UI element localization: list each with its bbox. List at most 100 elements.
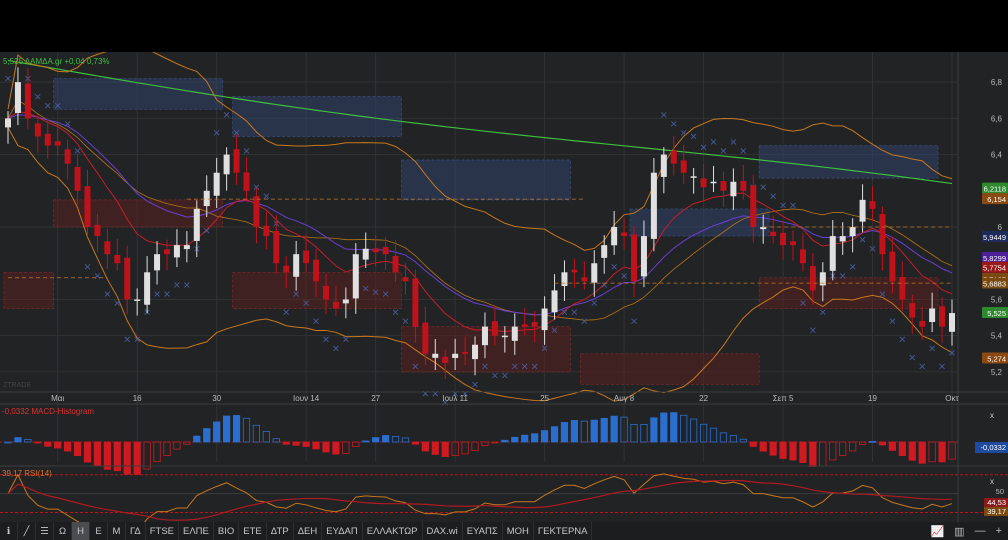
candle-body [342,299,349,304]
x-tick-label: Ιουλ 11 [442,394,468,403]
macd-bar [223,415,231,443]
candle-body [313,259,320,282]
x-tick-label: 19 [868,394,877,403]
toolbar-symbol-7[interactable]: ΒΙΟ [214,522,240,540]
candle-body [462,351,469,354]
macd-bar [550,426,559,443]
y-tick-label: 6,4 [991,151,1003,160]
price-chart[interactable]: 6,8 6,6 6,4 6 5,6 5,4 5,2 6,21186,154 5,9449 5,82… [0,39,1008,533]
fibonacci-icon[interactable]: ☰ [36,522,54,540]
watermark: ZTRADE [3,382,31,389]
toolbar-symbol-13[interactable]: DAX.wi [423,522,463,540]
toolbar-symbol-15[interactable]: ΜΟΗ [503,522,534,540]
candle-body [481,326,488,346]
candle-body [472,344,479,360]
y-tick-label: 6,6 [991,114,1003,123]
candle-body [253,196,260,228]
x-tick-label: 30 [212,394,221,403]
toolbar-symbol-14[interactable]: ΕΥΑΠΣ [463,522,503,540]
toolbar-symbol-2[interactable]: Ε [90,522,108,540]
candle-body [879,213,886,255]
macd-bar [64,441,72,452]
candle-body [839,236,846,242]
price-badge-label: 6,2118 [984,185,1006,194]
macd-bar [759,441,767,452]
sar-marker [631,318,637,325]
x-tick-label: Ιουν 14 [293,394,320,403]
macd-bar [163,441,171,456]
candle-body [660,154,667,177]
candle-body [243,172,250,191]
demand-zone [579,353,760,385]
sar-marker [611,264,617,270]
sar-marker [492,372,498,379]
toolbar-symbol-12[interactable]: ΕΛΛΑΚΤΩΡ [363,522,423,540]
macd-value-label: -0,0332 [981,443,1006,452]
macd-bar [342,441,350,454]
toolbar-symbol-3[interactable]: Μ [108,522,126,540]
sar-marker [392,309,399,315]
rsi-badge-label: 44,53 [987,498,1006,507]
sar-marker [402,318,409,325]
candle-body [929,308,936,322]
sar-marker [263,193,270,200]
candle-body [591,263,598,283]
macd-label: -0,0332 MACD-Histogram [2,407,94,416]
candle-body [293,254,300,277]
candle-body [24,83,31,119]
toolbar-symbol-10[interactable]: ΔΕΗ [294,522,323,540]
candle-body [273,230,280,264]
draw-line-icon[interactable]: ╱ [18,522,36,540]
price-badge-label: 5,9449 [983,233,1006,242]
zoom-in-icon[interactable]: + [996,525,1002,538]
candle-body [283,265,290,273]
sar-marker [839,273,846,279]
candle-body [54,141,61,146]
chart-panel[interactable]: 6,8 6,6 6,4 6 5,6 5,4 5,2 6,2118 6,154 5,9449 5,82… [0,39,1008,533]
sar-marker [760,184,767,191]
chart-type-icon[interactable]: 📈 [930,525,944,538]
sar-marker [333,345,339,352]
macd-bar [868,440,877,443]
toolbar-symbol-9[interactable]: ΔΤΡ [267,522,294,540]
macd-bar [809,441,817,467]
macd-bar [322,441,330,453]
macd-bar [749,441,757,447]
macd-bar [540,430,549,443]
y-tick-label: 5,4 [991,332,1003,341]
sar-marker [104,291,111,297]
macd-bar [73,441,82,457]
sar-marker [581,318,588,325]
candle-body [750,185,757,228]
macd-bar [719,432,728,443]
toolbar-symbol-5[interactable]: FTSE [146,522,179,540]
toolbar-symbol-11[interactable]: ΕΥΔΑΠ [322,522,363,540]
candle-body [889,251,896,282]
toolbar-symbol-1[interactable]: Η [72,522,90,540]
sar-marker [243,148,250,154]
sar-marker [710,139,717,145]
macd-bar [521,434,529,443]
candle-body [322,285,329,300]
toolbar-symbol-6[interactable]: ΕΛΠΕ [179,522,214,540]
bar-chart-icon[interactable]: ▥ [954,525,964,538]
sar-marker [810,327,816,334]
candle-body [104,241,111,255]
x-tick-label: Σεπ 5 [773,394,794,403]
candle-body [14,82,21,113]
sar-marker [790,202,796,209]
sar-marker [203,227,210,234]
toolbar-symbol-4[interactable]: ΓΔ [126,522,146,540]
macd-bar [789,441,797,461]
sar-marker [929,345,935,352]
toolbar-symbol-16[interactable]: ΓΕΚΤΕΡΝΑ [534,522,593,540]
zoom-out-icon[interactable]: — [975,525,986,538]
toolbar-symbol-8[interactable]: ΕΤΕ [239,522,267,540]
sar-marker [680,130,687,136]
sar-marker [223,111,230,118]
macd-bar [312,441,320,450]
info-icon[interactable]: ℹ [0,522,18,540]
toolbar-symbol-0[interactable]: Ω [54,522,72,540]
price-badge-label: 5,8299 [983,254,1006,263]
macd-bar [630,423,638,443]
